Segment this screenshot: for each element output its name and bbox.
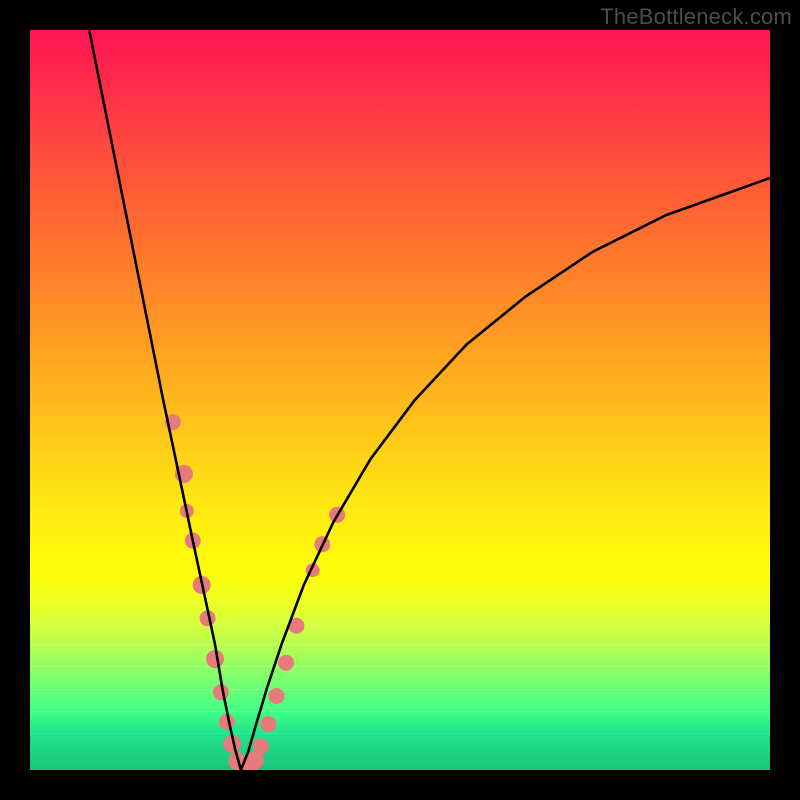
right-curve xyxy=(241,178,770,770)
data-marker xyxy=(260,716,276,732)
markers-group xyxy=(165,414,345,770)
data-marker xyxy=(206,650,224,668)
data-marker xyxy=(278,655,294,671)
left-curve xyxy=(89,30,241,770)
watermark-text: TheBottleneck.com xyxy=(600,4,792,30)
data-marker xyxy=(268,688,284,704)
chart-frame: TheBottleneck.com xyxy=(0,0,800,800)
chart-overlay xyxy=(30,30,770,770)
plot-area xyxy=(30,30,770,770)
data-marker xyxy=(253,738,269,754)
